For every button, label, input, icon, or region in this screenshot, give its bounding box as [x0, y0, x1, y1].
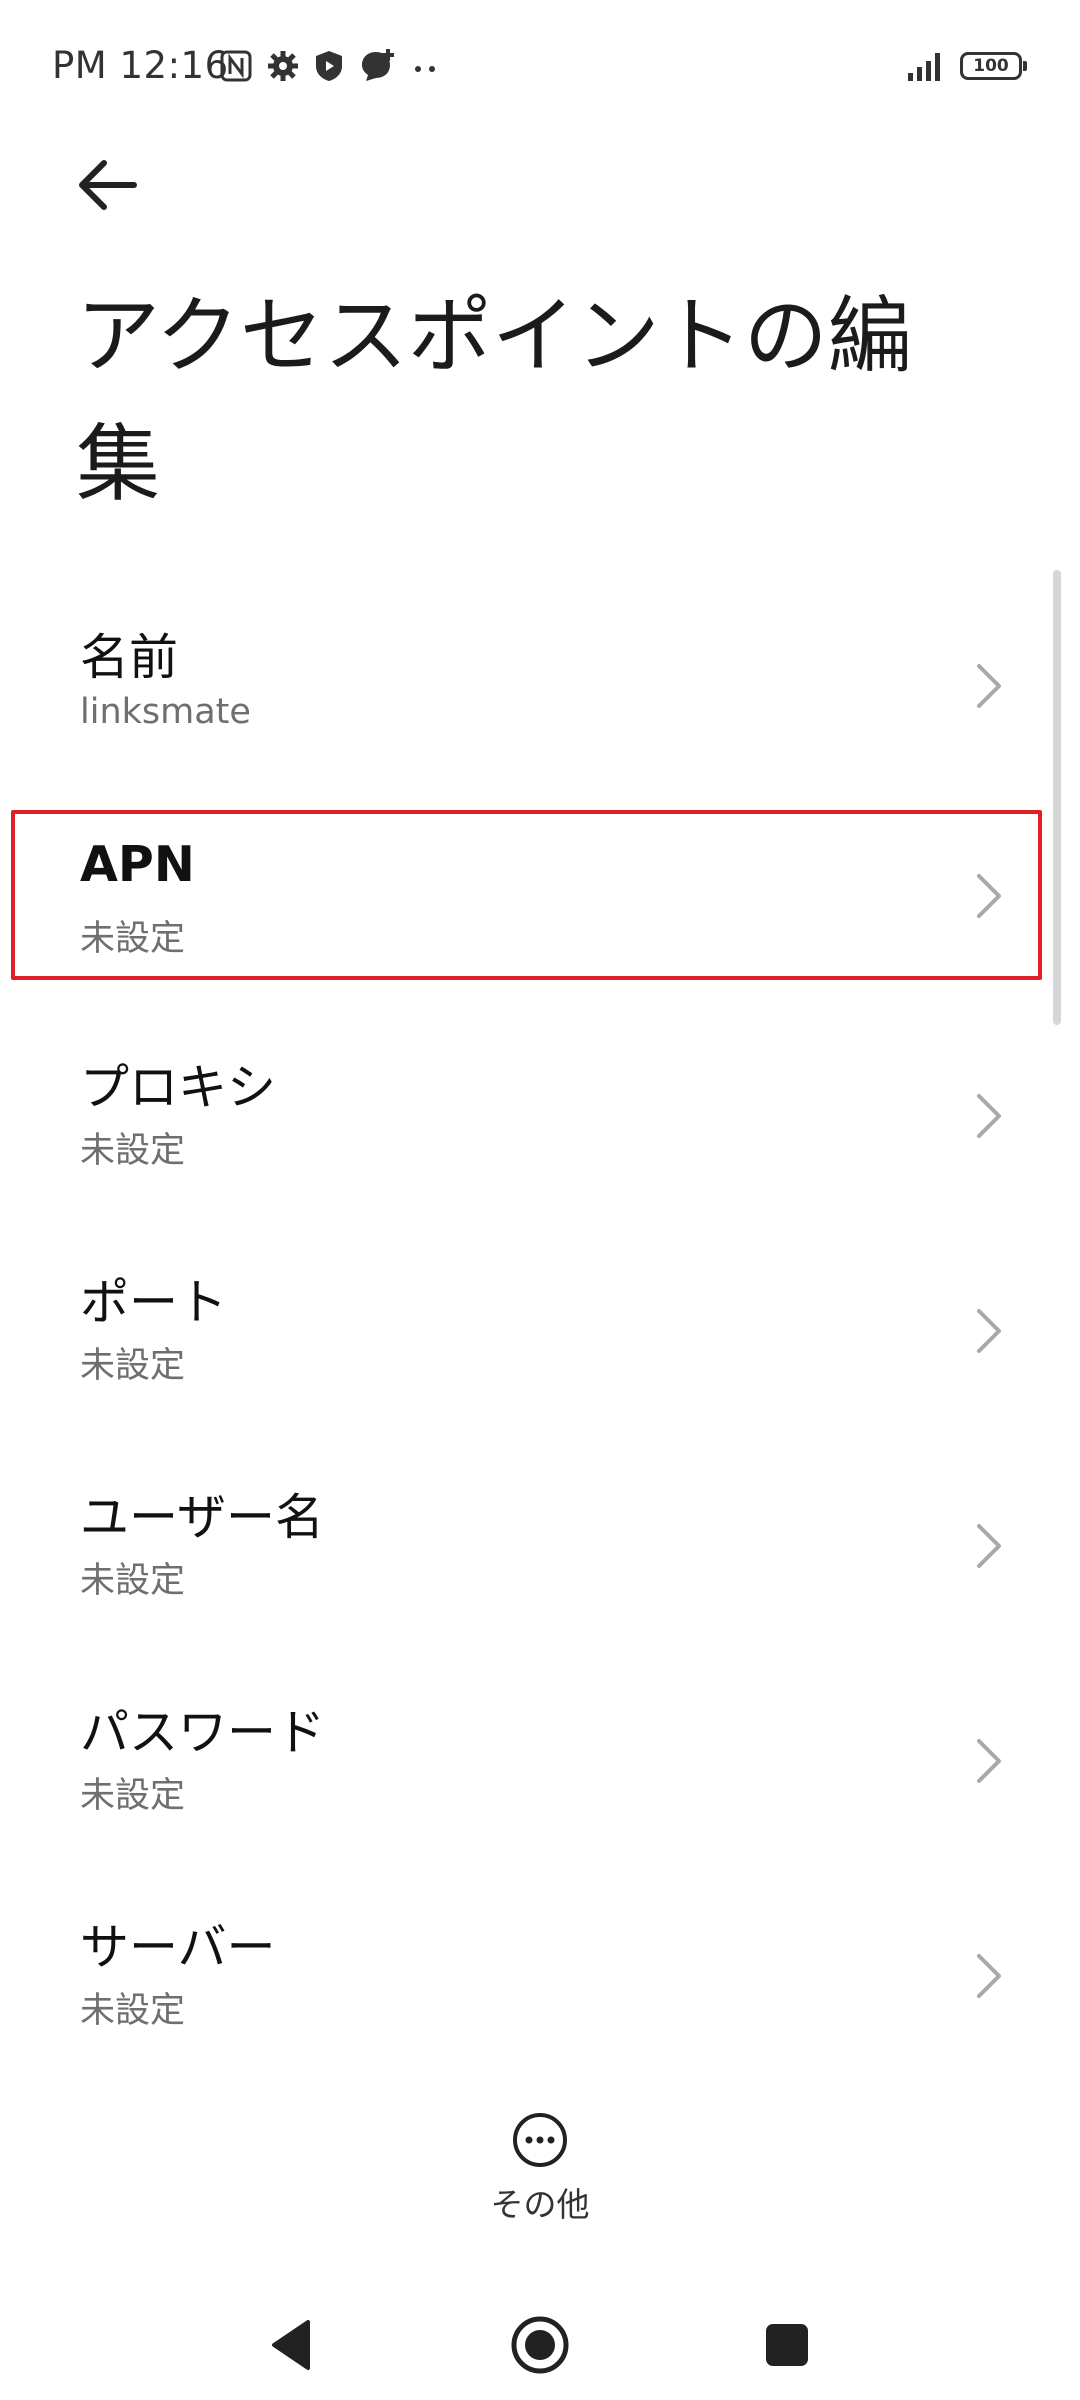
setting-value: 未設定 — [80, 1776, 186, 1816]
arrow-left-icon — [79, 160, 137, 210]
chevron-right-icon — [977, 1309, 1001, 1353]
chevron-right-icon — [977, 1739, 1001, 1783]
nav-back-button[interactable] — [258, 2310, 328, 2380]
setting-title: パスワード — [80, 1704, 326, 1761]
setting-row-username[interactable]: ユーザー名 未設定 — [0, 1460, 1080, 1675]
setting-row-password[interactable]: パスワード 未設定 — [0, 1675, 1080, 1890]
setting-value: 未設定 — [80, 1561, 186, 1601]
chevron-right-icon — [977, 1094, 1001, 1138]
nav-recents-button[interactable] — [752, 2310, 822, 2380]
recents-square-icon — [766, 2324, 808, 2366]
setting-value: 未設定 — [80, 1346, 186, 1386]
page-title: アクセスポイントの編集 — [76, 287, 912, 513]
chat-bubble-icon — [362, 49, 394, 81]
chevron-right-icon — [977, 1954, 1001, 1998]
home-circle-icon — [511, 2316, 569, 2374]
back-triangle-icon — [272, 2320, 310, 2370]
setting-title: ユーザー名 — [80, 1489, 325, 1546]
navigation-bar — [0, 2290, 1080, 2400]
status-bar: PM 12:16 100 — [0, 0, 1080, 130]
setting-title: 名前 — [80, 629, 179, 686]
chevron-right-icon — [977, 664, 1001, 708]
more-dots-icon — [415, 66, 435, 72]
more-label: その他 — [490, 2185, 590, 2224]
status-icons-left — [220, 44, 440, 88]
setting-title: プロキシ — [80, 1059, 277, 1116]
chevron-right-icon — [977, 1524, 1001, 1568]
status-icons-right: 100 — [906, 46, 1027, 86]
battery-icon: 100 — [960, 52, 1027, 80]
signal-icon — [908, 53, 940, 81]
setting-row-server[interactable]: サーバー 未設定 — [0, 1890, 1080, 2105]
more-circle-icon — [513, 2113, 567, 2167]
setting-value: 未設定 — [80, 1991, 186, 2031]
setting-row-name[interactable]: 名前 linksmate — [0, 600, 1080, 815]
status-time: PM 12:16 — [52, 44, 229, 87]
nav-home-button[interactable] — [505, 2310, 575, 2380]
chevron-right-icon — [977, 874, 1001, 918]
setting-title: サーバー — [80, 1919, 276, 1976]
setting-value: linksmate — [80, 692, 251, 732]
setting-title: ポート — [80, 1274, 228, 1331]
setting-value: 未設定 — [80, 1131, 186, 1171]
nfc-icon — [220, 50, 252, 82]
setting-row-proxy[interactable]: プロキシ 未設定 — [0, 1030, 1080, 1245]
settings-gear-icon — [268, 51, 298, 81]
setting-row-apn[interactable]: APN 未設定 — [11, 810, 1042, 980]
setting-row-port[interactable]: ポート 未設定 — [0, 1245, 1080, 1460]
setting-title: APN — [80, 836, 195, 893]
more-button[interactable]: その他 — [470, 2110, 610, 2230]
setting-value: 未設定 — [80, 919, 186, 959]
back-button[interactable] — [72, 150, 148, 220]
shield-icon — [316, 51, 342, 81]
